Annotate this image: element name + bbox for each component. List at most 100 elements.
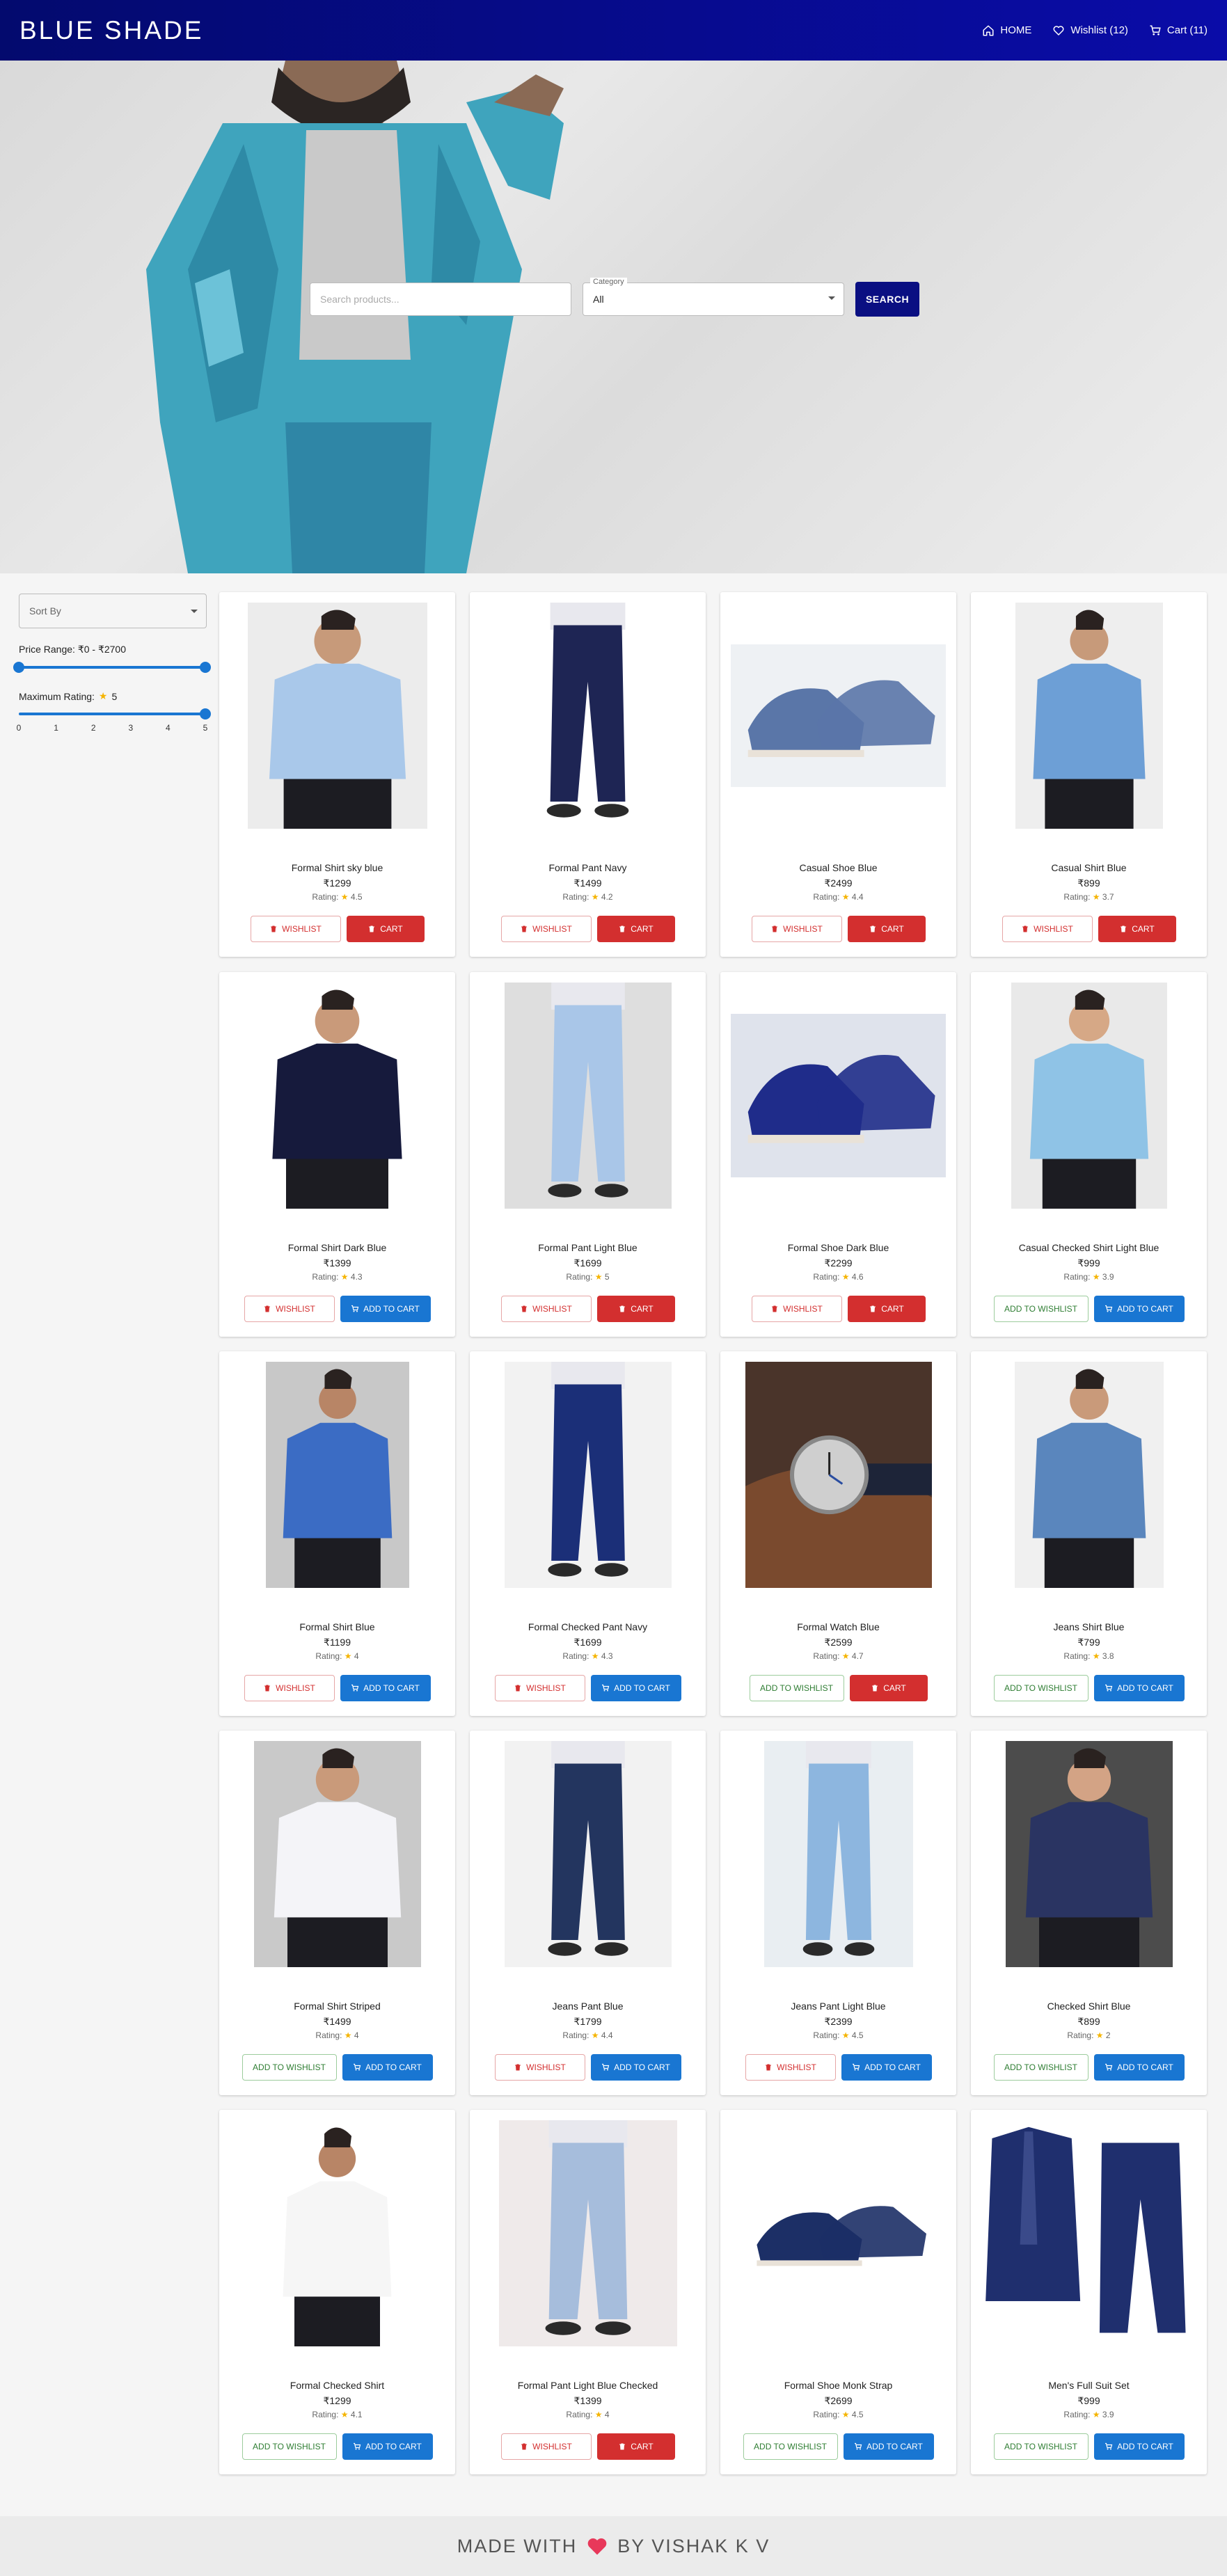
product-image[interactable] xyxy=(480,1741,695,1967)
search-input[interactable] xyxy=(310,283,571,316)
cart-button[interactable]: ADD TO CART xyxy=(1093,2054,1185,2081)
product-image[interactable] xyxy=(731,603,946,829)
wishlist-button[interactable]: ADD TO WISHLIST xyxy=(242,2433,337,2460)
product-image[interactable] xyxy=(480,603,695,829)
product-image[interactable] xyxy=(230,1741,445,1967)
product-card[interactable]: Men's Full Suit Set ₹999 Rating: ★ 3.9 A… xyxy=(971,2110,1207,2474)
wishlist-button[interactable]: WISHLIST xyxy=(244,1675,335,1701)
product-image[interactable] xyxy=(981,983,1196,1209)
product-name[interactable]: Formal Pant Navy xyxy=(470,862,706,873)
wishlist-button[interactable]: ADD TO WISHLIST xyxy=(749,1675,844,1701)
wishlist-button[interactable]: WISHLIST xyxy=(500,916,592,942)
cart-button[interactable]: CART xyxy=(596,916,675,942)
product-image[interactable] xyxy=(480,2120,695,2346)
product-card[interactable]: Formal Checked Pant Navy ₹1699 Rating: ★… xyxy=(470,1351,706,1716)
product-name[interactable]: Casual Shoe Blue xyxy=(720,862,956,873)
wishlist-button[interactable]: ADD TO WISHLIST xyxy=(743,2433,838,2460)
product-card[interactable]: Formal Watch Blue ₹2599 Rating: ★ 4.7 AD… xyxy=(720,1351,956,1716)
cart-button[interactable]: CART xyxy=(346,916,425,942)
product-name[interactable]: Formal Shirt Blue xyxy=(219,1621,455,1632)
cart-button[interactable]: ADD TO CART xyxy=(340,1675,431,1701)
product-image[interactable] xyxy=(731,1362,946,1588)
wishlist-button[interactable]: WISHLIST xyxy=(1002,916,1093,942)
cart-button[interactable]: ADD TO CART xyxy=(342,2433,433,2460)
nav-home[interactable]: HOME xyxy=(982,24,1031,37)
cart-button[interactable]: ADD TO CART xyxy=(1093,1296,1185,1322)
wishlist-button[interactable]: ADD TO WISHLIST xyxy=(993,2054,1089,2081)
product-card[interactable]: Formal Shoe Monk Strap ₹2699 Rating: ★ 4… xyxy=(720,2110,956,2474)
slider-thumb-max[interactable] xyxy=(200,662,211,673)
wishlist-button[interactable]: WISHLIST xyxy=(494,2054,585,2081)
product-name[interactable]: Casual Shirt Blue xyxy=(971,862,1207,873)
product-image[interactable] xyxy=(981,1741,1196,1967)
wishlist-button[interactable]: WISHLIST xyxy=(250,916,341,942)
wishlist-button[interactable]: ADD TO WISHLIST xyxy=(242,2054,337,2081)
wishlist-button[interactable]: WISHLIST xyxy=(751,1296,842,1322)
cart-button[interactable]: CART xyxy=(596,1296,675,1322)
wishlist-button[interactable]: WISHLIST xyxy=(500,2433,592,2460)
product-image[interactable] xyxy=(731,2120,946,2346)
product-name[interactable]: Formal Checked Pant Navy xyxy=(470,1621,706,1632)
product-card[interactable]: Formal Pant Light Blue Checked ₹1399 Rat… xyxy=(470,2110,706,2474)
cart-button[interactable]: CART xyxy=(847,916,926,942)
product-image[interactable] xyxy=(981,1362,1196,1588)
product-name[interactable]: Formal Shirt sky blue xyxy=(219,862,455,873)
product-card[interactable]: Casual Checked Shirt Light Blue ₹999 Rat… xyxy=(971,972,1207,1337)
product-name[interactable]: Casual Checked Shirt Light Blue xyxy=(971,1242,1207,1253)
wishlist-button[interactable]: ADD TO WISHLIST xyxy=(993,2433,1089,2460)
nav-wishlist[interactable]: Wishlist (12) xyxy=(1052,24,1128,37)
product-name[interactable]: Formal Pant Light Blue xyxy=(470,1242,706,1253)
product-image[interactable] xyxy=(981,603,1196,829)
product-card[interactable]: Formal Pant Light Blue ₹1699 Rating: ★ 5… xyxy=(470,972,706,1337)
product-image[interactable] xyxy=(230,983,445,1209)
wishlist-button[interactable]: ADD TO WISHLIST xyxy=(993,1675,1089,1701)
wishlist-button[interactable]: ADD TO WISHLIST xyxy=(993,1296,1089,1322)
cart-button[interactable]: ADD TO CART xyxy=(590,1675,681,1701)
cart-button[interactable]: CART xyxy=(847,1296,926,1322)
product-image[interactable] xyxy=(480,983,695,1209)
cart-button[interactable]: CART xyxy=(596,2433,675,2460)
product-image[interactable] xyxy=(230,1362,445,1588)
wishlist-button[interactable]: WISHLIST xyxy=(494,1675,585,1701)
product-image[interactable] xyxy=(480,1362,695,1588)
product-name[interactable]: Formal Pant Light Blue Checked xyxy=(470,2380,706,2391)
cart-button[interactable]: ADD TO CART xyxy=(841,2054,932,2081)
wishlist-button[interactable]: WISHLIST xyxy=(751,916,842,942)
product-card[interactable]: Casual Shoe Blue ₹2499 Rating: ★ 4.4 WIS… xyxy=(720,592,956,957)
brand-logo[interactable]: BLUE SHADE xyxy=(19,16,982,45)
product-card[interactable]: Formal Shirt Blue ₹1199 Rating: ★ 4 WISH… xyxy=(219,1351,455,1716)
product-name[interactable]: Formal Shirt Dark Blue xyxy=(219,1242,455,1253)
category-select[interactable]: Category All xyxy=(583,278,844,316)
product-card[interactable]: Formal Pant Navy ₹1499 Rating: ★ 4.2 WIS… xyxy=(470,592,706,957)
slider-thumb-min[interactable] xyxy=(13,662,24,673)
cart-button[interactable]: CART xyxy=(1098,916,1176,942)
product-image[interactable] xyxy=(230,603,445,829)
product-name[interactable]: Formal Watch Blue xyxy=(720,1621,956,1632)
cart-button[interactable]: ADD TO CART xyxy=(342,2054,433,2081)
cart-button[interactable]: CART xyxy=(849,1675,928,1701)
price-range-slider[interactable] xyxy=(13,662,211,673)
product-image[interactable] xyxy=(731,983,946,1209)
product-name[interactable]: Formal Checked Shirt xyxy=(219,2380,455,2391)
product-name[interactable]: Formal Shoe Dark Blue xyxy=(720,1242,956,1253)
product-card[interactable]: Checked Shirt Blue ₹899 Rating: ★ 2 ADD … xyxy=(971,1731,1207,2095)
product-image[interactable] xyxy=(981,2120,1196,2346)
product-card[interactable]: Formal Shirt Striped ₹1499 Rating: ★ 4 A… xyxy=(219,1731,455,2095)
product-card[interactable]: Formal Shoe Dark Blue ₹2299 Rating: ★ 4.… xyxy=(720,972,956,1337)
product-card[interactable]: Casual Shirt Blue ₹899 Rating: ★ 3.7 WIS… xyxy=(971,592,1207,957)
product-name[interactable]: Jeans Pant Blue xyxy=(470,2001,706,2012)
product-name[interactable]: Jeans Pant Light Blue xyxy=(720,2001,956,2012)
product-card[interactable]: Jeans Pant Light Blue ₹2399 Rating: ★ 4.… xyxy=(720,1731,956,2095)
wishlist-button[interactable]: WISHLIST xyxy=(745,2054,836,2081)
nav-cart[interactable]: Cart (11) xyxy=(1149,24,1208,37)
product-name[interactable]: Formal Shirt Striped xyxy=(219,2001,455,2012)
product-card[interactable]: Formal Shirt sky blue ₹1299 Rating: ★ 4.… xyxy=(219,592,455,957)
product-name[interactable]: Men's Full Suit Set xyxy=(971,2380,1207,2391)
wishlist-button[interactable]: WISHLIST xyxy=(244,1296,335,1322)
cart-button[interactable]: ADD TO CART xyxy=(1093,1675,1185,1701)
product-card[interactable]: Formal Checked Shirt ₹1299 Rating: ★ 4.1… xyxy=(219,2110,455,2474)
cart-button[interactable]: ADD TO CART xyxy=(340,1296,431,1322)
sort-select[interactable]: Sort By xyxy=(19,594,207,628)
search-button[interactable]: SEARCH xyxy=(855,282,919,317)
product-card[interactable]: Jeans Pant Blue ₹1799 Rating: ★ 4.4 WISH… xyxy=(470,1731,706,2095)
